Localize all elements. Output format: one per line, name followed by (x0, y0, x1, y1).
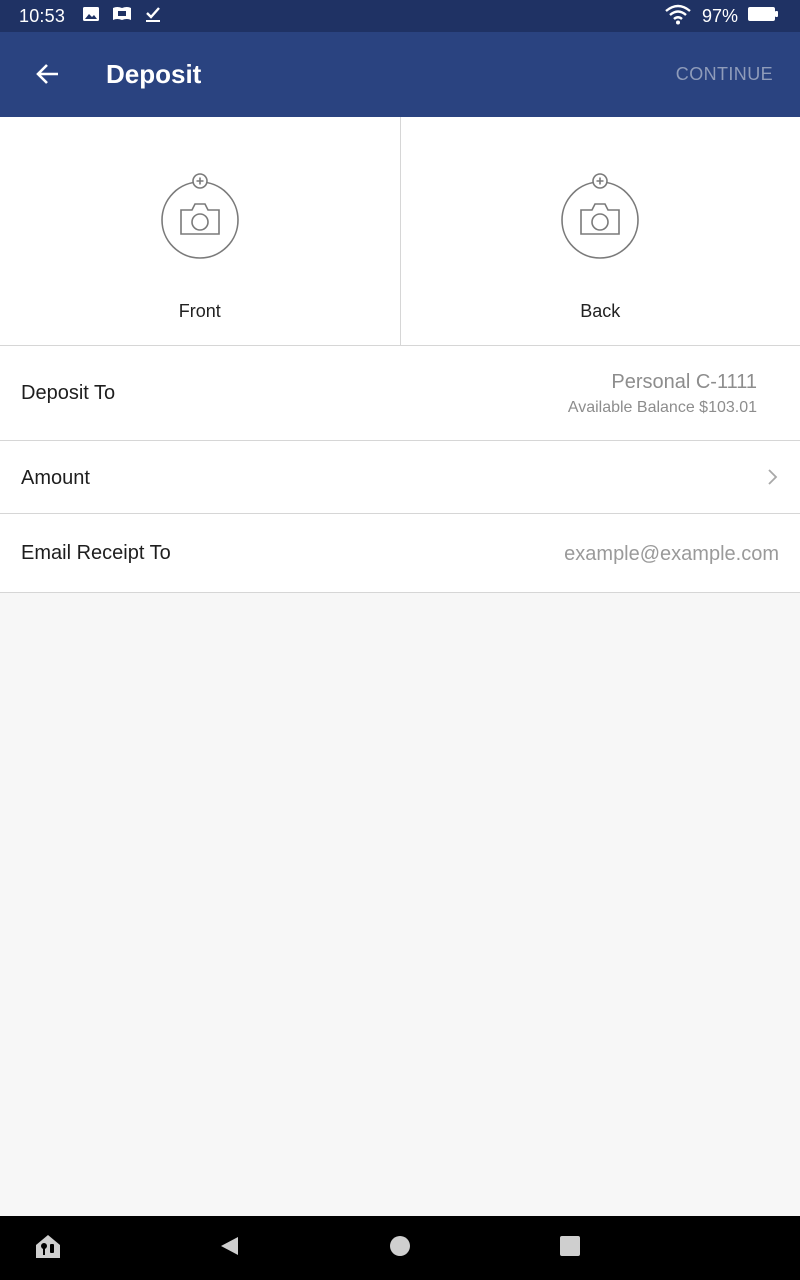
front-photo-button[interactable]: Front (0, 117, 400, 345)
deposit-to-label: Deposit To (21, 382, 116, 404)
app-bar: Deposit CONTINUE (0, 32, 800, 117)
system-icons: 97% (664, 3, 778, 30)
chevron-right-icon (765, 467, 779, 487)
email-receipt-row: Email Receipt To (0, 514, 800, 593)
recents-square-icon (559, 1235, 581, 1262)
book-icon (112, 5, 132, 28)
wifi-icon (664, 3, 692, 30)
home-key-icon (33, 1231, 63, 1266)
page-title: Deposit (106, 59, 202, 89)
home-circle-icon (389, 1235, 411, 1262)
available-balance: Available Balance $103.01 (567, 399, 757, 416)
email-input[interactable] (479, 538, 779, 570)
amount-row[interactable]: Amount (0, 441, 800, 514)
status-time: 10:53 (19, 6, 66, 26)
back-button[interactable] (26, 54, 70, 98)
battery-percentage: 97% (701, 5, 738, 26)
email-receipt-label: Email Receipt To (21, 542, 171, 564)
add-camera-icon (159, 173, 241, 263)
check-photo-row: Front Back (0, 117, 800, 346)
back-label: Back (580, 301, 621, 321)
home-key-button[interactable] (18, 1216, 78, 1280)
deposit-to-row[interactable]: Deposit To Personal C-1111 Available Bal… (0, 346, 800, 441)
back-nav-button[interactable] (199, 1216, 259, 1280)
check-icon (144, 5, 162, 28)
image-icon (82, 5, 100, 28)
back-triangle-icon (218, 1235, 240, 1262)
continue-button[interactable]: CONTINUE (676, 64, 773, 85)
notification-icons (82, 6, 162, 26)
front-label: Front (178, 301, 221, 321)
amount-label: Amount (21, 467, 90, 489)
battery-icon (748, 6, 778, 27)
account-name: Personal C-1111 (611, 371, 757, 393)
status-bar: 10:53 97% (0, 0, 800, 32)
add-camera-icon (559, 173, 641, 263)
navigation-bar (0, 1216, 800, 1280)
home-nav-button[interactable] (370, 1216, 430, 1280)
back-photo-button[interactable]: Back (399, 117, 800, 345)
arrow-left-icon (36, 63, 60, 90)
recents-nav-button[interactable] (540, 1216, 600, 1280)
